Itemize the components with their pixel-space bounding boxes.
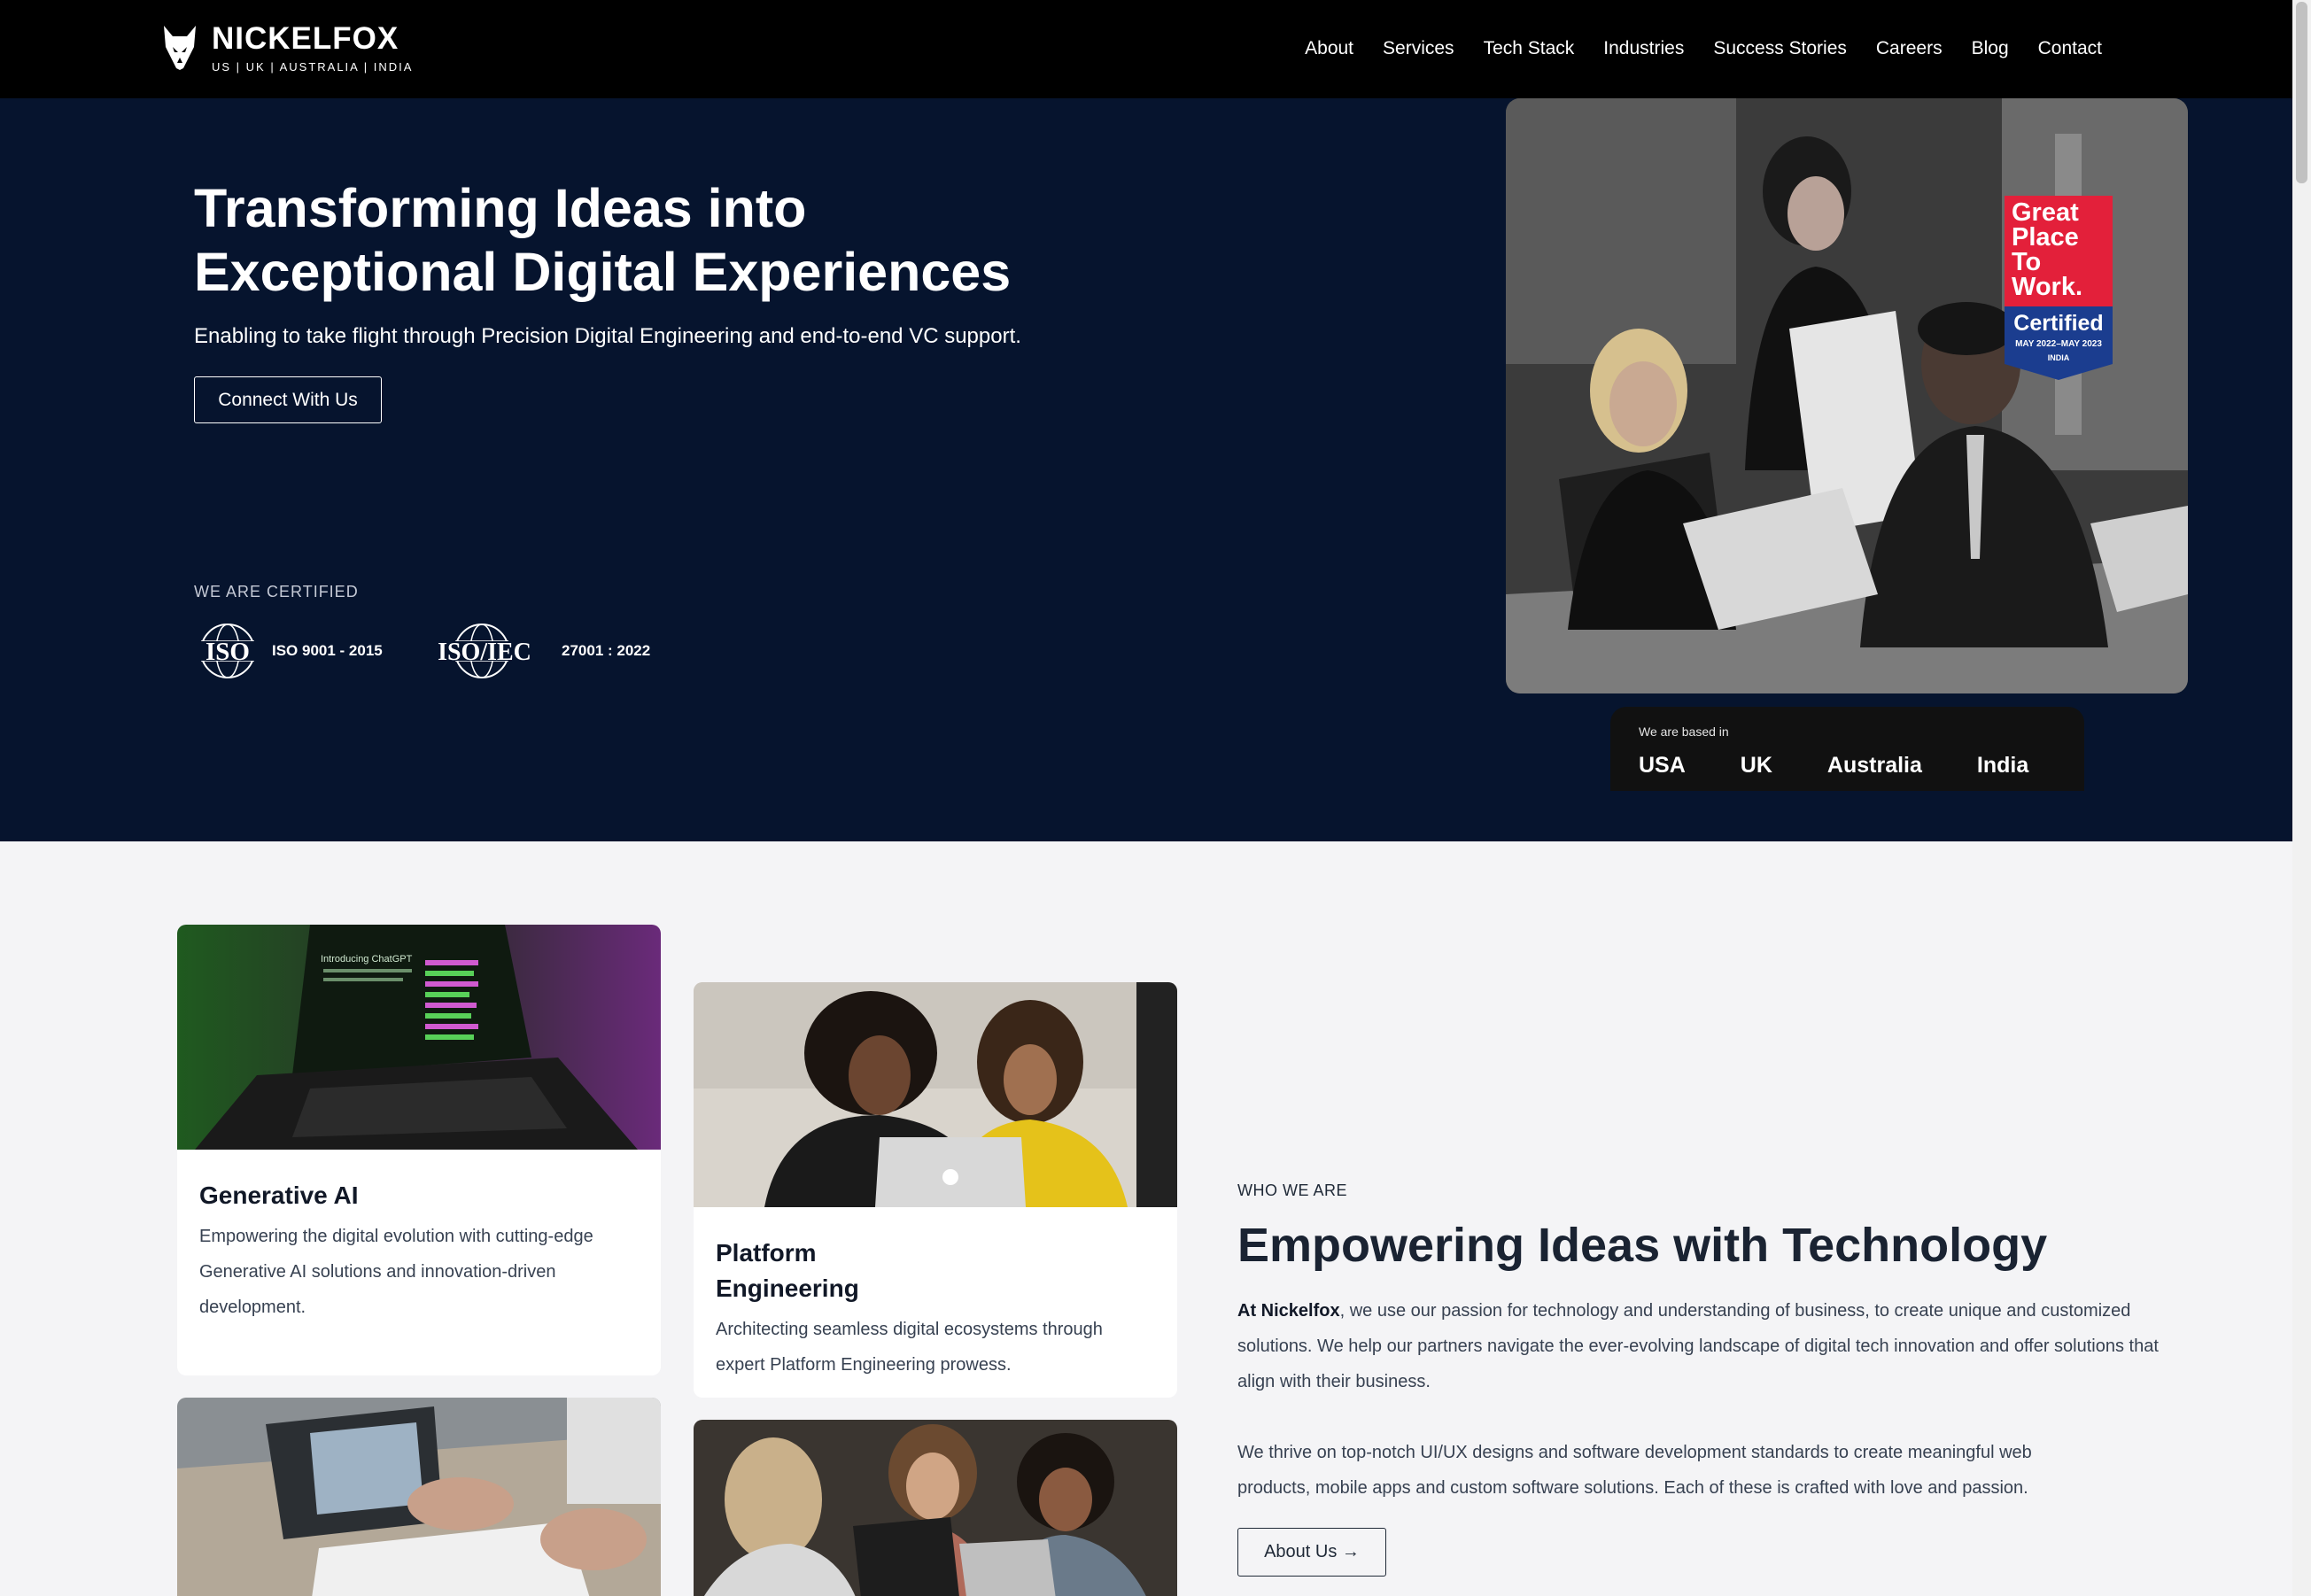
iso-9001-text: ISO 9001 - 2015 xyxy=(272,642,383,659)
top-navbar: NICKELFOX US | UK | AUSTRALIA | INDIA Ab… xyxy=(0,0,2292,98)
connect-with-us-button[interactable]: Connect With Us xyxy=(194,376,382,423)
logo-title: NICKELFOX xyxy=(212,21,399,56)
country-uk: UK xyxy=(1740,753,1772,778)
svg-text:MAY 2022–MAY 2023: MAY 2022–MAY 2023 xyxy=(2015,339,2102,349)
service-card-platform-engineering[interactable]: Platform Engineering Architecting seamle… xyxy=(694,982,1177,1398)
logo-subtitle: US | UK | AUSTRALIA | INDIA xyxy=(212,60,414,74)
svg-text:ISO: ISO xyxy=(206,638,250,666)
about-us-button[interactable]: About Us → xyxy=(1237,1528,1386,1577)
hero-title-line1: Transforming Ideas into xyxy=(194,178,807,238)
svg-text:Work.: Work. xyxy=(2012,273,2082,301)
svg-text:Certified: Certified xyxy=(2013,311,2103,336)
who-we-are-title: Empowering Ideas with Technology xyxy=(1237,1219,2048,1272)
based-in-label: We are based in xyxy=(1639,724,1729,739)
nav-link-success-stories[interactable]: Success Stories xyxy=(1713,36,1847,61)
service-card-image-team[interactable] xyxy=(694,1420,1177,1596)
who-we-are-paragraph-1: At Nickelfox, we use our passion for tec… xyxy=(1237,1293,2159,1399)
team-photo-illustration xyxy=(1506,98,2188,693)
svg-text:Introducing ChatGPT: Introducing ChatGPT xyxy=(321,954,413,965)
platform-engineering-image xyxy=(694,982,1177,1207)
who-we-are-label: WHO WE ARE xyxy=(1237,1182,1348,1199)
scrollbar-thumb[interactable] xyxy=(2296,2,2307,183)
fox-logo-icon xyxy=(164,26,196,70)
hero-title: Transforming Ideas into Exceptional Digi… xyxy=(194,176,1080,304)
nav-link-tech-stack[interactable]: Tech Stack xyxy=(1484,36,1575,61)
card-desc-generative-ai: Empowering the digital evolution with cu… xyxy=(199,1227,593,1317)
iso-9001-cert: ISO ISO 9001 - 2015 xyxy=(194,622,383,680)
nav-link-industries[interactable]: Industries xyxy=(1603,36,1684,61)
nickelfox-bold-text: At Nickelfox xyxy=(1237,1301,1340,1321)
nav-link-contact[interactable]: Contact xyxy=(2038,36,2102,61)
based-in-countries: USA UK Australia India xyxy=(1639,753,2083,779)
certified-label: WE ARE CERTIFIED xyxy=(194,583,359,600)
nav-link-services[interactable]: Services xyxy=(1383,36,1454,61)
great-place-to-work-badge: Great Place To Work. Certified MAY 2022–… xyxy=(2005,196,2113,380)
based-in-panel: We are based in USA UK Australia India xyxy=(1610,707,2084,791)
svg-text:INDIA: INDIA xyxy=(2048,353,2070,362)
service-card-image-documents[interactable] xyxy=(177,1398,661,1596)
hero-title-line2: Exceptional Digital Experiences xyxy=(194,242,1012,302)
nav-link-blog[interactable]: Blog xyxy=(1972,36,2009,61)
svg-text:ISO/IEC: ISO/IEC xyxy=(438,639,531,666)
card-title-platform-engineering: Platform Engineering xyxy=(716,1239,859,1302)
nav-link-careers[interactable]: Careers xyxy=(1876,36,1943,61)
card-desc-platform-engineering: Architecting seamless digital ecosystems… xyxy=(716,1320,1103,1375)
generative-ai-image: Introducing ChatGPT xyxy=(177,925,661,1150)
who-we-are-paragraph-2: We thrive on top-notch UI/UX designs and… xyxy=(1237,1443,2032,1498)
who-we-are-paragraph-1-text: , we use our passion for technology and … xyxy=(1237,1301,2159,1391)
main-nav: About Services Tech Stack Industries Suc… xyxy=(1276,36,2102,61)
service-card-generative-ai[interactable]: Introducing ChatGPT Generative AI Empowe… xyxy=(177,925,661,1375)
iso-globe-icon: ISO xyxy=(194,624,261,678)
country-usa: USA xyxy=(1639,753,1686,778)
iso-iec-globe-icon: ISO/IEC xyxy=(418,624,551,678)
nickelfox-logo[interactable]: NICKELFOX US | UK | AUSTRALIA | INDIA xyxy=(162,22,413,76)
country-india: India xyxy=(1976,753,2029,778)
page-scrollbar[interactable] xyxy=(2292,0,2311,1596)
iso-27001-text: 27001 : 2022 xyxy=(562,642,651,659)
hero-subtitle: Enabling to take flight through Precisio… xyxy=(194,324,1021,348)
hero-team-photo xyxy=(1506,98,2188,693)
card-title-generative-ai: Generative AI xyxy=(199,1182,359,1209)
iso-27001-cert: ISO/IEC 27001 : 2022 xyxy=(418,622,650,680)
country-australia: Australia xyxy=(1826,753,1922,778)
nav-link-about[interactable]: About xyxy=(1305,36,1353,61)
